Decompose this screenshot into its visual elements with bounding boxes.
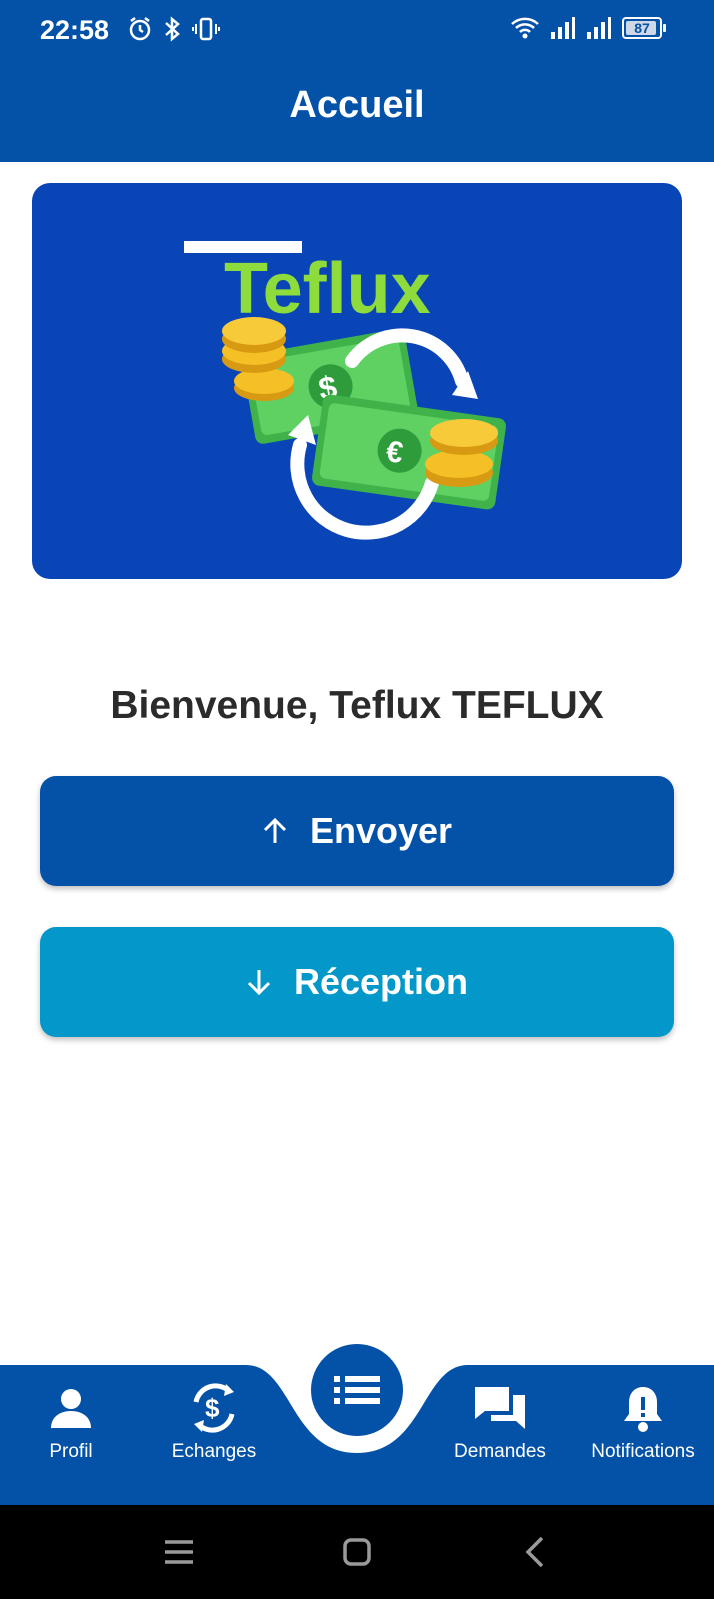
- status-time: 22:58: [40, 15, 110, 45]
- battery-tip: [663, 24, 666, 32]
- nav-label-notifications: Notifications: [591, 1441, 695, 1462]
- home-square-icon: [343, 1538, 371, 1566]
- teflux-banner: Teflux $ €: [32, 183, 682, 579]
- signal-icon-2: [587, 17, 611, 39]
- svg-text:$: $: [205, 1393, 220, 1423]
- teflux-illustration: Teflux $ €: [184, 241, 506, 540]
- back-chevron-icon: [525, 1536, 544, 1568]
- menu-icon: [165, 1540, 193, 1564]
- list-icon: [334, 1376, 380, 1404]
- person-icon: [51, 1389, 91, 1428]
- status-icons-right: 87: [510, 16, 666, 40]
- back-button[interactable]: [510, 1529, 560, 1575]
- bell-alert-icon: [624, 1387, 662, 1432]
- dollar-exchange-icon: $: [193, 1383, 235, 1433]
- vibrate-icon: [192, 17, 220, 41]
- nav-item-profil[interactable]: Profil: [11, 1365, 131, 1463]
- system-nav-bar: [0, 1505, 714, 1599]
- nav-item-echanges[interactable]: $ Echanges: [154, 1365, 274, 1463]
- arrow-down-icon: [247, 970, 271, 996]
- battery-icon: 87: [622, 17, 666, 39]
- send-button[interactable]: Envoyer: [40, 776, 674, 886]
- receive-button[interactable]: Réception: [40, 927, 674, 1037]
- nav-label-demandes: Demandes: [454, 1441, 546, 1462]
- battery-level: 87: [634, 20, 650, 36]
- arrow-up-icon: [263, 817, 287, 843]
- alarm-icon: [129, 17, 151, 41]
- signal-icon: [551, 17, 575, 39]
- nav-item-notifications[interactable]: Notifications: [578, 1365, 708, 1463]
- nav-label-profil: Profil: [49, 1441, 93, 1462]
- bluetooth-icon: [165, 16, 180, 42]
- status-icons-left: [128, 16, 220, 42]
- chat-icon: [475, 1387, 525, 1429]
- center-menu-button[interactable]: [311, 1344, 403, 1436]
- receive-button-label: Réception: [293, 961, 469, 1002]
- page-title: Accueil: [289, 84, 425, 126]
- wifi-icon: [511, 17, 539, 39]
- app-bar: Accueil: [0, 60, 714, 162]
- send-button-label: Envoyer: [309, 810, 453, 851]
- recent-apps-button[interactable]: [154, 1529, 204, 1575]
- nav-label-echanges: Echanges: [171, 1441, 257, 1462]
- home-button[interactable]: [332, 1529, 382, 1575]
- svg-text:Teflux: Teflux: [224, 249, 431, 329]
- status-bar: 22:58 87: [0, 0, 714, 60]
- nav-item-demandes[interactable]: Demandes: [440, 1365, 560, 1463]
- welcome-text: Bienvenue, Teflux TEFLUX: [110, 684, 604, 727]
